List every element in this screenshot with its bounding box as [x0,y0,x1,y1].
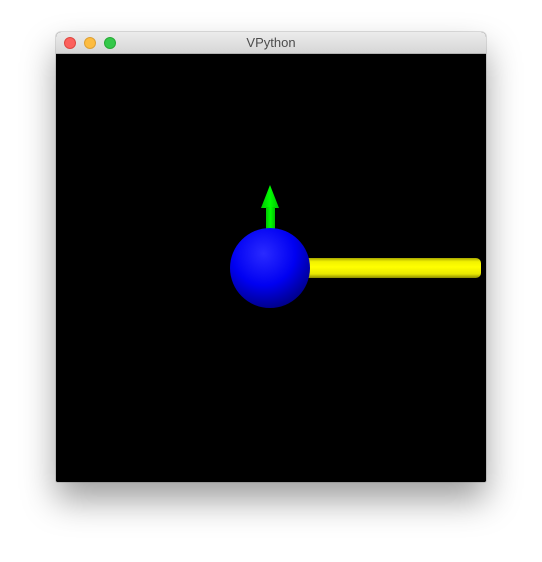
3d-scene-canvas[interactable] [56,54,486,482]
title-bar[interactable]: VPython [56,32,486,54]
window-title: VPython [246,35,296,50]
scene-svg [230,185,481,308]
vpython-window: VPython [56,32,486,482]
blue-sphere [230,228,310,308]
